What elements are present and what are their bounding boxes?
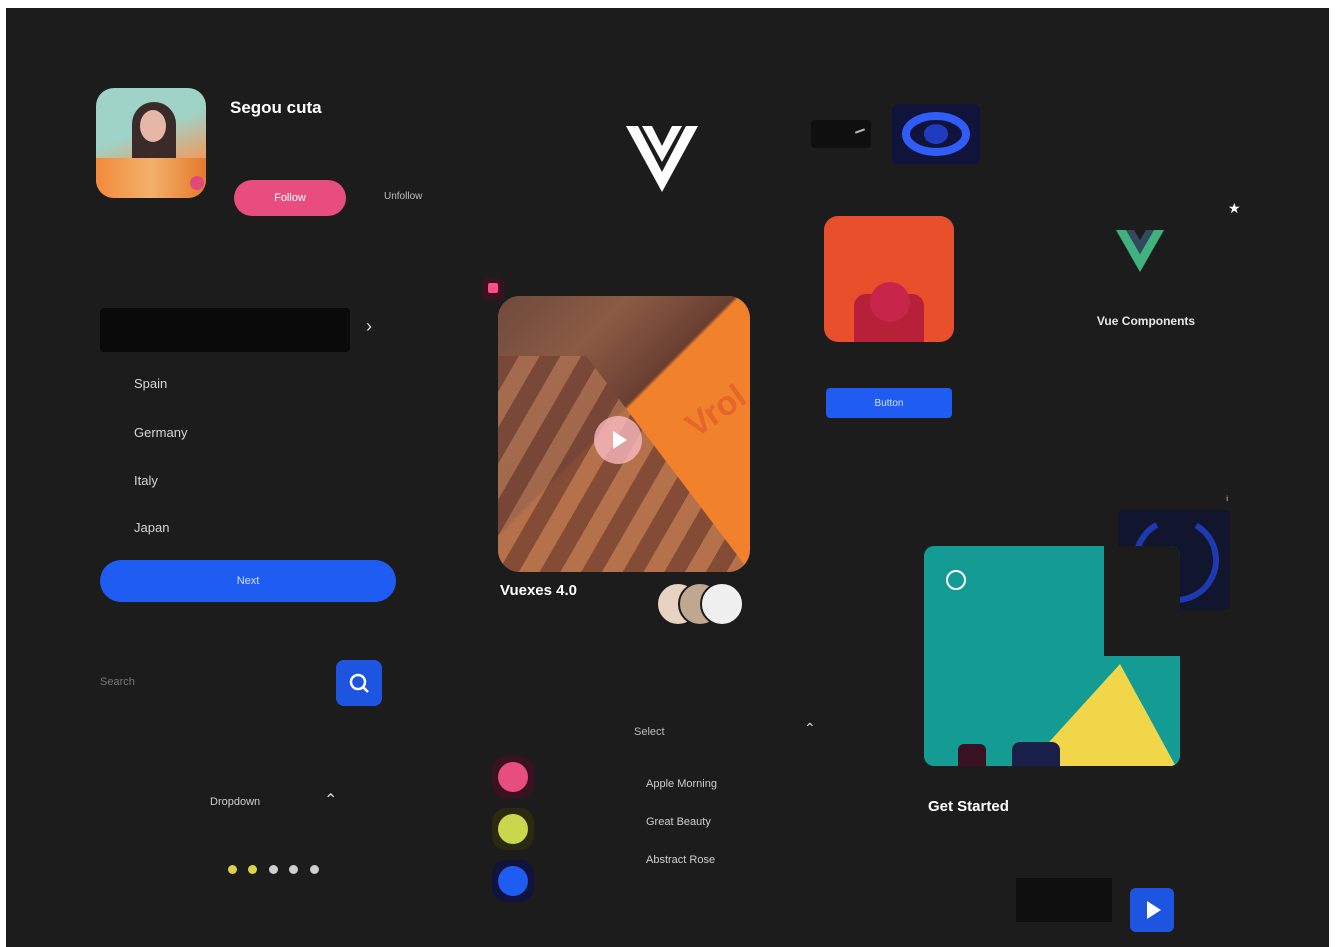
profile-avatar [96, 88, 206, 198]
clock-icon [946, 570, 966, 590]
social-button[interactable] [492, 808, 534, 850]
social-button[interactable] [492, 860, 534, 902]
send-button[interactable] [1130, 888, 1174, 932]
dropdown-label[interactable]: Dropdown [210, 796, 260, 808]
list-item[interactable]: Spain [134, 376, 167, 391]
social-button[interactable] [492, 756, 534, 798]
pagination-dot[interactable] [228, 865, 237, 874]
media-card-image[interactable]: Vrol [498, 296, 750, 572]
small-card-image [824, 216, 954, 342]
pagination-dot[interactable] [248, 865, 258, 874]
card-title: Vuexes 4.0 [500, 582, 577, 599]
star-icon[interactable]: ★ [1228, 200, 1241, 217]
play-icon[interactable] [594, 416, 642, 464]
pagination-dots[interactable] [228, 861, 326, 879]
canvas: Segou cuta Follow Unfollow › Spain Germa… [6, 8, 1329, 947]
list-item[interactable]: Germany [134, 425, 187, 440]
select-option[interactable]: Apple Morning [646, 778, 717, 790]
pagination-dot[interactable] [289, 865, 299, 874]
toggle-icon[interactable] [1012, 742, 1060, 766]
search-button[interactable] [336, 660, 382, 706]
follow-button[interactable]: Follow [234, 180, 346, 216]
profile-name: Segou cuta [230, 98, 322, 117]
heart-icon[interactable] [958, 744, 986, 766]
small-card-button[interactable]: Button [826, 388, 952, 418]
select-label[interactable]: Select [634, 726, 665, 738]
pagination-dot[interactable] [268, 865, 278, 874]
vue-title: Vue Components [1096, 314, 1196, 328]
next-button[interactable]: Next [100, 560, 396, 602]
get-started-image [924, 546, 1180, 766]
email-field[interactable] [924, 894, 1014, 918]
v-logo-icon [626, 126, 698, 192]
chevron-up-icon[interactable]: ⌃ [324, 790, 337, 810]
avatar-group [656, 582, 744, 626]
unfollow-link[interactable]: Unfollow [384, 191, 422, 202]
input-box[interactable] [1016, 878, 1112, 922]
chevron-right-icon[interactable]: › [366, 316, 372, 337]
list-item[interactable]: Italy [134, 473, 158, 488]
get-started-title: Get Started [928, 798, 1009, 815]
list-item[interactable]: Japan [134, 520, 169, 535]
country-select[interactable] [100, 308, 350, 352]
blue-swirl-icon[interactable] [892, 104, 980, 164]
vue-logo-icon [1116, 230, 1164, 272]
pagination-dot[interactable] [309, 865, 319, 874]
search-input[interactable]: Search [100, 676, 135, 688]
avatar [700, 582, 744, 626]
select-option[interactable]: Abstract Rose [646, 854, 715, 866]
chevron-up-icon[interactable]: ⌃ [804, 720, 816, 737]
select-option[interactable]: Great Beauty [646, 816, 711, 828]
toggle-switch[interactable] [811, 120, 871, 148]
info-icon[interactable]: ⁱ [1226, 493, 1228, 509]
